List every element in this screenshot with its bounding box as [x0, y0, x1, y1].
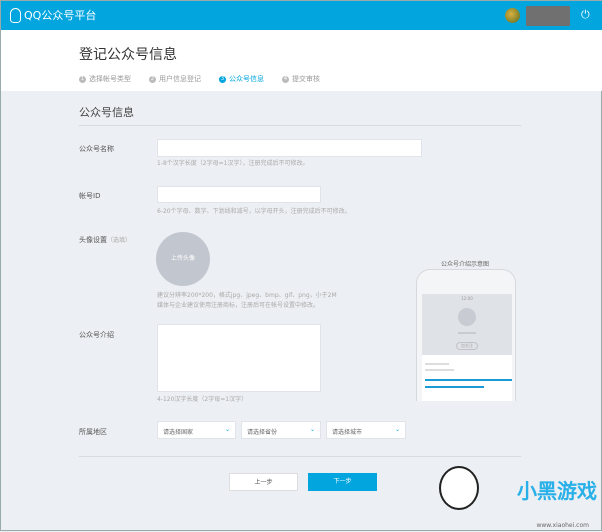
step-label: 选择帐号类型 — [89, 75, 131, 83]
avatar-hint-1: 建议分辨率200*200，格式jpg、jpeg、bmp、gif、png，小于2M — [157, 292, 337, 299]
phone-screen: 12:00 加关注 — [422, 294, 512, 401]
page-title: 登记公众号信息 — [79, 47, 177, 63]
country-select[interactable]: 请选择国家 ⌄ — [157, 421, 236, 439]
name-hint: 1-8个汉字长度（2字母=1汉字），注册完成后不可修改。 — [157, 160, 309, 167]
step-1: 1 选择帐号类型 — [79, 74, 131, 84]
watermark-logo: 小黑游戏 www.xiaohei.com — [431, 463, 602, 532]
step-label: 用户信息登记 — [159, 75, 201, 83]
step-indicator: 1 选择帐号类型 2 用户信息登记 3 公众号信息 4 提交审核 — [79, 74, 320, 84]
text-placeholder — [425, 363, 449, 365]
profile-avatar-icon — [458, 308, 476, 326]
country-value: 请选择国家 — [163, 429, 194, 436]
username-redacted[interactable] — [526, 6, 570, 26]
divider — [79, 456, 521, 457]
section-title: 公众号信息 — [79, 106, 134, 119]
intro-hint: 4-120汉字长度（2字母=1汉字） — [157, 396, 248, 403]
text-placeholder — [425, 369, 454, 371]
chevron-down-icon: ⌄ — [309, 426, 315, 433]
highlight-line — [425, 379, 512, 381]
step-label: 公众号信息 — [229, 75, 264, 83]
logo[interactable]: QQ公众号平台 — [10, 7, 96, 23]
avatar-hint-2: 媒体与企业建议使用注册商标，注册后可在帐号设置中修改。 — [157, 302, 320, 309]
step-3-active: 3 公众号信息 — [219, 74, 264, 84]
avatar[interactable] — [505, 8, 520, 23]
chevron-down-icon: ⌄ — [394, 426, 400, 433]
step-2: 2 用户信息登记 — [149, 74, 201, 84]
intro-textarea[interactable] — [157, 324, 321, 392]
divider — [79, 125, 521, 126]
step-number: 4 — [282, 75, 289, 83]
region-label: 所属地区 — [79, 428, 107, 436]
city-select[interactable]: 请选择城市 ⌄ — [326, 421, 406, 439]
prev-step-button[interactable]: 上一步 — [229, 473, 298, 491]
account-id-hint: 6-20个字母、数字、下划线和减号，以字母开头，注册完成后不可修改。 — [157, 208, 351, 215]
province-select[interactable]: 请选择省份 ⌄ — [241, 421, 321, 439]
step-number: 1 — [79, 75, 86, 83]
preview-label: 公众号介绍示意图 — [441, 261, 490, 268]
avatar-label: 头像设置（选填） — [79, 235, 131, 245]
watermark-text: 小黑游戏 — [517, 479, 597, 503]
account-id-input[interactable] — [157, 186, 321, 203]
highlight-line — [425, 386, 484, 388]
power-icon[interactable]: ⏻ — [581, 8, 590, 22]
logo-text: QQ公众号平台 — [24, 9, 97, 22]
name-label: 公众号名称 — [79, 145, 114, 153]
qq-penguin-icon — [10, 7, 21, 23]
next-step-button[interactable]: 下一步 — [308, 473, 377, 491]
step-number: 2 — [149, 75, 156, 83]
step-label: 提交审核 — [292, 75, 320, 83]
step-4: 4 提交审核 — [282, 74, 320, 84]
intro-label: 公众号介绍 — [79, 331, 114, 339]
name-input[interactable] — [157, 139, 422, 157]
panda-mascot — [439, 466, 479, 510]
upload-avatar-button[interactable]: 上传头像 — [156, 232, 210, 286]
phone-preview: 12:00 加关注 — [416, 269, 516, 401]
optional-tag: （选填） — [107, 237, 132, 244]
chevron-down-icon: ⌄ — [224, 426, 230, 433]
avatar-label-text: 头像设置 — [79, 236, 107, 244]
watermark-url: www.xiaohei.com — [536, 522, 589, 529]
city-value: 请选择城市 — [332, 429, 363, 436]
intro-panel — [422, 355, 512, 401]
account-id-label: 帐号ID — [79, 192, 101, 200]
name-placeholder — [458, 332, 476, 334]
status-time: 12:00 — [461, 296, 473, 301]
follow-button: 加关注 — [456, 342, 478, 350]
province-value: 请选择省份 — [247, 429, 278, 436]
step-number: 3 — [219, 75, 226, 83]
top-bar: QQ公众号平台 ⏻ — [1, 1, 602, 30]
